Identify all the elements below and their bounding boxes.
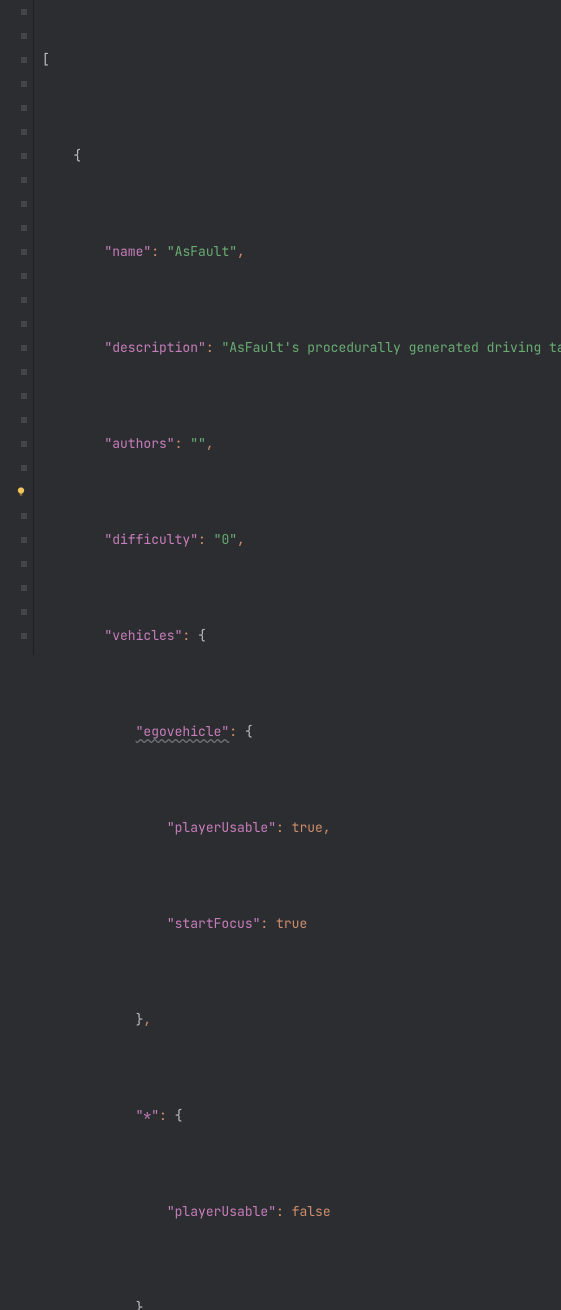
fold-marker[interactable] (21, 177, 27, 183)
fold-marker[interactable] (21, 609, 27, 615)
fold-marker[interactable] (21, 81, 27, 87)
fold-marker[interactable] (21, 393, 27, 399)
fold-marker[interactable] (21, 201, 27, 207)
fold-marker[interactable] (21, 369, 27, 375)
code-line[interactable]: "authors": "", (34, 432, 561, 456)
fold-marker[interactable] (21, 345, 27, 351)
code-line[interactable]: "difficulty": "0", (34, 528, 561, 552)
fold-marker[interactable] (21, 537, 27, 543)
fold-marker[interactable] (21, 33, 27, 39)
code-line[interactable]: "name": "AsFault", (34, 240, 561, 264)
fold-marker[interactable] (21, 273, 27, 279)
code-line[interactable]: "description": "AsFault's procedurally g… (34, 336, 561, 360)
fold-marker[interactable] (21, 513, 27, 519)
fold-marker[interactable] (21, 9, 27, 15)
fold-marker[interactable] (21, 105, 27, 111)
fold-marker[interactable] (21, 417, 27, 423)
code-line[interactable]: "*": { (34, 1104, 561, 1128)
gutter (0, 0, 34, 655)
code-line[interactable]: "playerUsable": false (34, 1200, 561, 1224)
code-line[interactable]: { (34, 144, 561, 168)
fold-marker[interactable] (21, 465, 27, 471)
fold-marker[interactable] (21, 57, 27, 63)
fold-marker[interactable] (21, 441, 27, 447)
code-line[interactable]: "egovehicle": { (34, 720, 561, 744)
warning-egovehicle: "egovehicle" (136, 720, 230, 744)
code-line[interactable]: } (34, 1296, 561, 1310)
code-line[interactable]: "playerUsable": true, (34, 816, 561, 840)
fold-marker[interactable] (21, 129, 27, 135)
fold-marker[interactable] (21, 321, 27, 327)
fold-marker[interactable] (21, 633, 27, 639)
fold-marker[interactable] (21, 585, 27, 591)
intention-bulb-icon[interactable] (15, 486, 27, 498)
fold-marker[interactable] (21, 297, 27, 303)
editor[interactable]: [ { "name": "AsFault", "description": "A… (34, 0, 561, 655)
code-line[interactable]: "startFocus": true (34, 912, 561, 936)
code-line[interactable]: [ (34, 48, 561, 72)
fold-marker[interactable] (21, 561, 27, 567)
code-line[interactable]: }, (34, 1008, 561, 1032)
fold-marker[interactable] (21, 225, 27, 231)
fold-marker[interactable] (21, 153, 27, 159)
fold-marker[interactable] (21, 249, 27, 255)
code-line[interactable]: "vehicles": { (34, 624, 561, 648)
